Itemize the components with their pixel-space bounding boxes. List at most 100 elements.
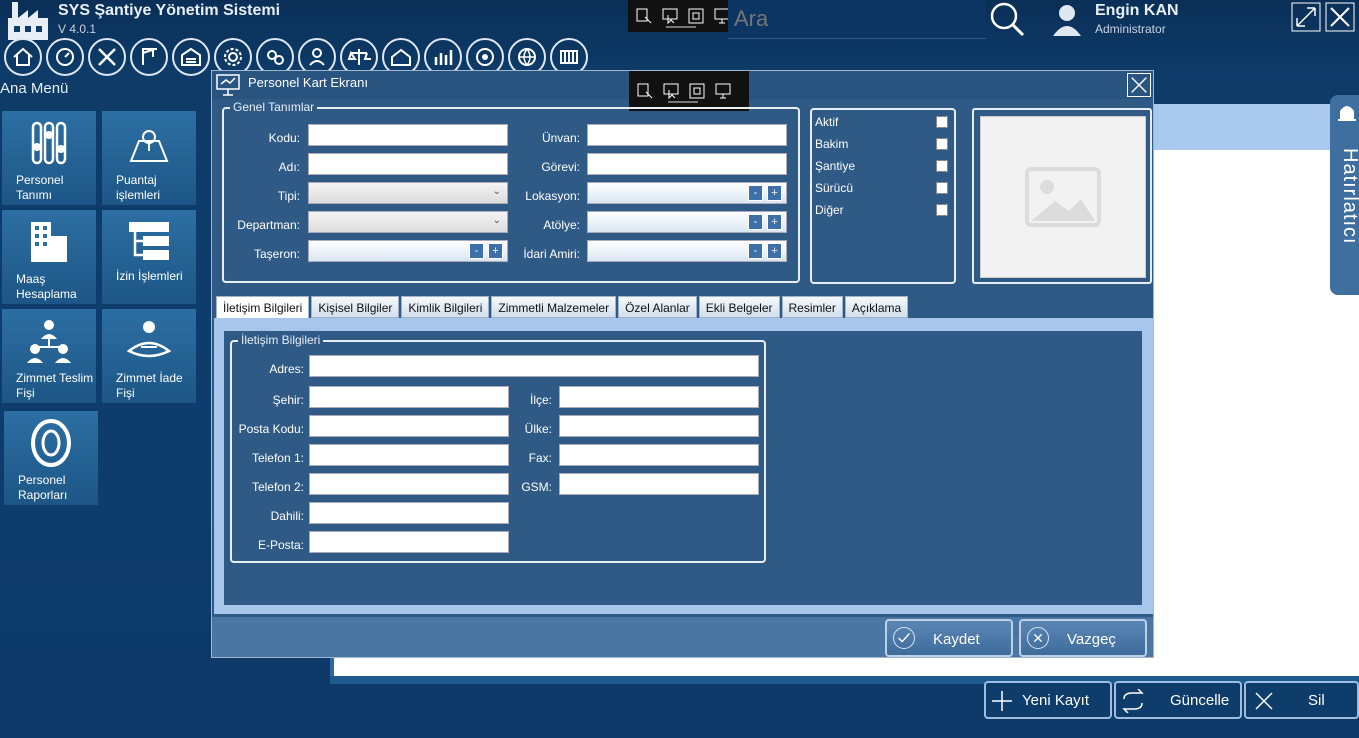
tab-personal[interactable]: Kişisel Bilgiler xyxy=(311,296,400,318)
tile-label: Zimmet İade Fişi xyxy=(116,371,183,400)
tile-personel-tanimi[interactable]: Personel Tanımı xyxy=(2,111,96,205)
sliders-icon xyxy=(31,121,67,165)
tile-zimmet-iade[interactable]: Zimmet İade Fişi xyxy=(102,309,196,403)
gsm-field[interactable] xyxy=(559,473,759,495)
location-lookup[interactable]: - + xyxy=(587,182,787,204)
tools-icon[interactable] xyxy=(88,38,126,76)
phone1-field[interactable] xyxy=(309,444,509,466)
spin-minus-button[interactable]: - xyxy=(748,185,763,201)
save-button[interactable]: Kaydet xyxy=(885,619,1013,657)
new-record-button[interactable]: Yeni Kayıt xyxy=(984,681,1112,719)
warehouse-icon[interactable] xyxy=(172,38,210,76)
type-select[interactable]: ⌄ xyxy=(308,182,508,204)
spin-minus-button[interactable]: - xyxy=(748,214,763,230)
grip-handle[interactable] xyxy=(668,101,698,103)
tab-custom-fields[interactable]: Özel Alanlar xyxy=(618,296,697,318)
hierarchy-icon xyxy=(129,222,169,260)
tile-izin-islemleri[interactable]: İzin İşlemleri xyxy=(102,210,196,304)
address-label: Adres: xyxy=(269,362,304,376)
building-icon xyxy=(31,222,67,262)
address-field[interactable] xyxy=(309,355,759,377)
city-field[interactable] xyxy=(309,386,509,408)
present-icon[interactable] xyxy=(713,81,733,101)
status-flags-group xyxy=(810,108,956,284)
cancel-icon xyxy=(1027,627,1049,649)
postal-code-label: Posta Kodu: xyxy=(238,422,304,436)
extension-field[interactable] xyxy=(309,502,509,524)
flag-active-label: Aktif xyxy=(815,115,839,129)
photo-frame[interactable] xyxy=(972,108,1152,284)
tab-contact[interactable]: İletişim Bilgileri xyxy=(216,296,310,320)
tab-identity[interactable]: Kimlik Bilgileri xyxy=(401,296,490,318)
save-label: Kaydet xyxy=(933,631,980,648)
maximize-icon[interactable] xyxy=(686,6,706,26)
flag-maintenance-checkbox[interactable] xyxy=(936,138,948,150)
app-title: SYS Şantiye Yönetim Sistemi xyxy=(58,2,281,19)
city-label: Şehir: xyxy=(272,393,304,407)
fax-field[interactable] xyxy=(559,444,759,466)
crane-icon[interactable] xyxy=(130,38,168,76)
phone2-field[interactable] xyxy=(309,473,509,495)
tile-puantaj[interactable]: Puantaj işlemleri xyxy=(102,111,196,205)
email-label: E-Posta: xyxy=(257,538,304,552)
tab-images[interactable]: Resimler xyxy=(781,296,843,318)
tile-personel-raporlari[interactable]: Personel Raporları xyxy=(4,411,98,505)
maximize-icon[interactable] xyxy=(687,81,707,101)
home-icon[interactable] xyxy=(4,38,42,76)
top-bar: SYS Şantiye Yönetim Sistemi V 4.0.1 Engi… xyxy=(0,0,1359,78)
postal-code-field[interactable] xyxy=(309,415,509,437)
tile-maas-hesaplama[interactable]: Maaş Hesaplama xyxy=(2,210,96,304)
flag-driver-checkbox[interactable] xyxy=(936,182,948,194)
plus-icon xyxy=(992,691,1012,711)
search-input[interactable] xyxy=(728,0,976,38)
tab-notes[interactable]: Açıklama xyxy=(844,296,909,318)
detail-tabs: İletişim Bilgileri Kişisel Bilgiler Kiml… xyxy=(216,296,909,320)
restore-window-icon[interactable] xyxy=(1291,2,1321,32)
subcontractor-lookup[interactable]: - + xyxy=(308,240,508,262)
name-field[interactable] xyxy=(308,153,508,175)
pointer-icon[interactable] xyxy=(661,81,681,101)
duty-field[interactable] xyxy=(587,153,787,175)
department-select[interactable]: ⌄ xyxy=(308,211,508,233)
title-field[interactable] xyxy=(587,124,787,146)
manager-lookup[interactable]: - + xyxy=(587,240,787,262)
user-avatar-icon[interactable] xyxy=(1050,2,1084,36)
country-field[interactable] xyxy=(559,415,759,437)
update-button[interactable]: Güncelle xyxy=(1114,681,1242,719)
photo-placeholder xyxy=(980,116,1146,278)
tile-label: Puantaj işlemleri xyxy=(116,173,161,202)
flag-active-checkbox[interactable] xyxy=(936,116,948,128)
reminder-label: Hatırlatıcı xyxy=(1339,148,1359,245)
map-pin-icon xyxy=(129,130,169,162)
close-app-icon[interactable] xyxy=(1325,2,1355,32)
code-label: Kodu: xyxy=(268,131,300,145)
flag-site-checkbox[interactable] xyxy=(936,160,948,172)
dashboard-icon[interactable] xyxy=(46,38,84,76)
spin-minus-button[interactable]: - xyxy=(469,243,484,259)
search-icon[interactable] xyxy=(988,0,1026,38)
tile-zimmet-teslim[interactable]: Zimmet Teslim Fişi xyxy=(2,309,96,403)
tab-attachments[interactable]: Ekli Belgeler xyxy=(698,296,780,318)
snap-icon[interactable] xyxy=(635,81,655,101)
pointer-icon[interactable] xyxy=(660,6,680,26)
delete-button[interactable]: Sil xyxy=(1244,681,1359,719)
spin-minus-button[interactable]: - xyxy=(748,243,763,259)
department-label: Departman: xyxy=(237,218,300,232)
code-field[interactable] xyxy=(308,124,508,146)
grip-handle[interactable] xyxy=(666,26,696,28)
spin-plus-button[interactable]: + xyxy=(767,185,782,201)
manager-label: İdari Amiri: xyxy=(523,247,580,261)
tab-assets[interactable]: Zimmetli Malzemeler xyxy=(491,296,617,318)
snap-icon[interactable] xyxy=(634,6,654,26)
dialog-close-icon[interactable] xyxy=(1127,73,1151,97)
workshop-lookup[interactable]: - + xyxy=(587,211,787,233)
flag-other-checkbox[interactable] xyxy=(936,204,948,216)
cancel-button[interactable]: Vazgeç xyxy=(1019,619,1147,657)
search-box xyxy=(728,0,986,39)
district-field[interactable] xyxy=(559,386,759,408)
gsm-label: GSM: xyxy=(521,480,552,494)
email-field[interactable] xyxy=(309,531,509,553)
hand-return-icon xyxy=(126,321,172,358)
spin-plus-button[interactable]: + xyxy=(767,214,782,230)
spin-plus-button[interactable]: + xyxy=(767,243,782,259)
